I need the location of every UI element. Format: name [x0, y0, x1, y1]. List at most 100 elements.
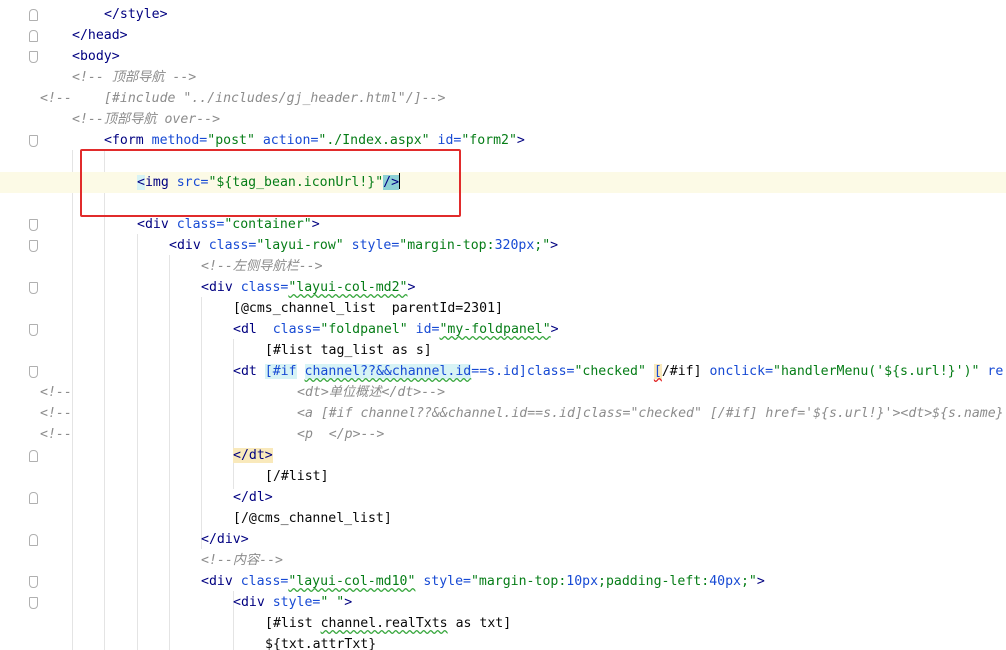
code-line[interactable]: <form method="post" action="./Index.aspx… — [0, 130, 1006, 151]
token: div — [144, 217, 169, 232]
code-line[interactable]: <!-- [#include "../includes/gj_header.ht… — [0, 88, 1006, 109]
code-line[interactable]: <!-- <dt>单位概述</dt>--> — [0, 382, 1006, 403]
token: < — [137, 217, 145, 232]
token: "./Index.aspx" — [318, 133, 430, 148]
token: channel??&&channel.id — [304, 364, 472, 379]
token: head — [87, 28, 120, 43]
token: "margin-top: — [470, 574, 567, 589]
fold-start-icon[interactable] — [29, 51, 38, 63]
code-line[interactable]: </dt> — [0, 445, 1006, 466]
token: class= — [232, 280, 289, 295]
token: [/@cms_channel_list] — [233, 511, 392, 526]
token: style= — [264, 595, 321, 610]
token: "foldpanel" — [320, 322, 408, 337]
code-line[interactable]: </head> — [0, 25, 1006, 46]
fold-start-icon[interactable] — [29, 324, 38, 336]
code-line[interactable]: [#list tag_list as s] — [0, 340, 1006, 361]
code-line[interactable]: [@cms_channel_list parentId=2301] — [0, 298, 1006, 319]
token: 320px — [494, 238, 535, 253]
code-line[interactable]: </dl> — [0, 487, 1006, 508]
code-line[interactable]: <body> — [0, 46, 1006, 67]
token: [#list tag_list as s] — [265, 343, 432, 358]
token: > — [550, 322, 559, 337]
code-line[interactable]: <div class="layui-row" style="margin-top… — [0, 235, 1006, 256]
code-line[interactable]: <!--内容--> — [0, 550, 1006, 571]
token: < — [104, 133, 112, 148]
token: > — [516, 133, 525, 148]
fold-end-icon[interactable] — [29, 30, 38, 42]
code-line[interactable]: <div class="layui-col-md10" style="margi… — [0, 571, 1006, 592]
token: "layui-col-md10" — [288, 574, 416, 589]
code-line[interactable]: ${txt.attrTxt} — [0, 634, 1006, 650]
fold-start-icon[interactable] — [29, 240, 38, 252]
code-line[interactable]: <div style=" "> — [0, 592, 1006, 613]
fold-end-icon[interactable] — [29, 492, 38, 504]
code-line[interactable]: <!--左侧导航栏--> — [0, 256, 1006, 277]
token: < — [201, 280, 209, 295]
code-line[interactable]: </div> — [0, 529, 1006, 550]
token: /#if] — [661, 364, 702, 379]
comment-text: <!--左侧导航栏--> — [201, 259, 323, 274]
comment-text: <!--顶部导航 over--> — [72, 112, 221, 127]
fold-start-icon[interactable] — [29, 576, 38, 588]
fold-start-icon[interactable] — [29, 135, 38, 147]
token: > — [407, 280, 416, 295]
token: > — [119, 28, 128, 43]
comment-text: [#include "../includes/gj_header.html"/]… — [104, 91, 446, 106]
code-line[interactable]: <div class="layui-col-md2"> — [0, 277, 1006, 298]
token: form — [111, 133, 144, 148]
fold-end-icon[interactable] — [29, 9, 38, 21]
code-editor[interactable]: </style> </head> <body> <!-- 顶部导航 --> <!… — [0, 0, 1006, 650]
fold-start-icon[interactable] — [29, 597, 38, 609]
token: div — [216, 532, 241, 547]
token: ;" — [534, 238, 551, 253]
token: < — [169, 238, 177, 253]
token: < — [233, 322, 241, 337]
token: dt — [240, 364, 257, 379]
token: "my-foldpanel" — [439, 322, 551, 337]
token: channel.realTxts — [320, 616, 448, 631]
fold-end-icon[interactable] — [29, 534, 38, 546]
token: "margin-top: — [399, 238, 495, 253]
token: class= — [232, 574, 289, 589]
token: > — [344, 595, 353, 610]
code-line[interactable]: [/@cms_channel_list] — [0, 508, 1006, 529]
code-line[interactable]: <dl class="foldpanel" id="my-foldpanel"> — [0, 319, 1006, 340]
token: [/#list] — [265, 469, 329, 484]
token: "container" — [224, 217, 312, 232]
code-line[interactable]: [/#list] — [0, 466, 1006, 487]
token: [#if — [264, 364, 297, 379]
line-comment-marker: <!-- — [40, 91, 72, 106]
token: </ — [233, 490, 249, 505]
comment-text: <p </p>--> — [297, 427, 385, 442]
code-line[interactable]: <div class="container"> — [0, 214, 1006, 235]
fold-start-icon[interactable] — [29, 219, 38, 231]
token: div — [176, 238, 201, 253]
code-line[interactable]: <!-- <p </p>--> — [0, 424, 1006, 445]
token: </ — [104, 7, 120, 22]
token: as txt] — [447, 616, 512, 631]
fold-start-icon[interactable] — [29, 282, 38, 294]
token: ${txt.attrTxt} — [265, 637, 377, 650]
token: > — [311, 217, 320, 232]
fold-start-icon[interactable] — [29, 366, 38, 378]
code-line[interactable]: <!-- <a [#if channel??&&channel.id==s.id… — [0, 403, 1006, 424]
token: </ — [201, 532, 217, 547]
token: > — [159, 7, 168, 22]
token: > — [111, 49, 120, 64]
fold-end-icon[interactable] — [29, 450, 38, 462]
token: < — [201, 574, 209, 589]
token: </ — [72, 28, 88, 43]
line-comment-marker: <!-- — [40, 427, 72, 442]
token: body — [79, 49, 112, 64]
token: style — [119, 7, 160, 22]
line-comment-marker: <!-- — [40, 406, 72, 421]
code-line[interactable]: [#list channel.realTxts as txt] — [0, 613, 1006, 634]
code-line[interactable]: <!-- 顶部导航 --> — [0, 67, 1006, 88]
code-line[interactable]: <dt [#if channel??&&channel.id==s.id]cla… — [0, 361, 1006, 382]
code-line[interactable]: <!--顶部导航 over--> — [0, 109, 1006, 130]
code-line[interactable]: </style> — [0, 4, 1006, 25]
token: dl — [240, 322, 257, 337]
